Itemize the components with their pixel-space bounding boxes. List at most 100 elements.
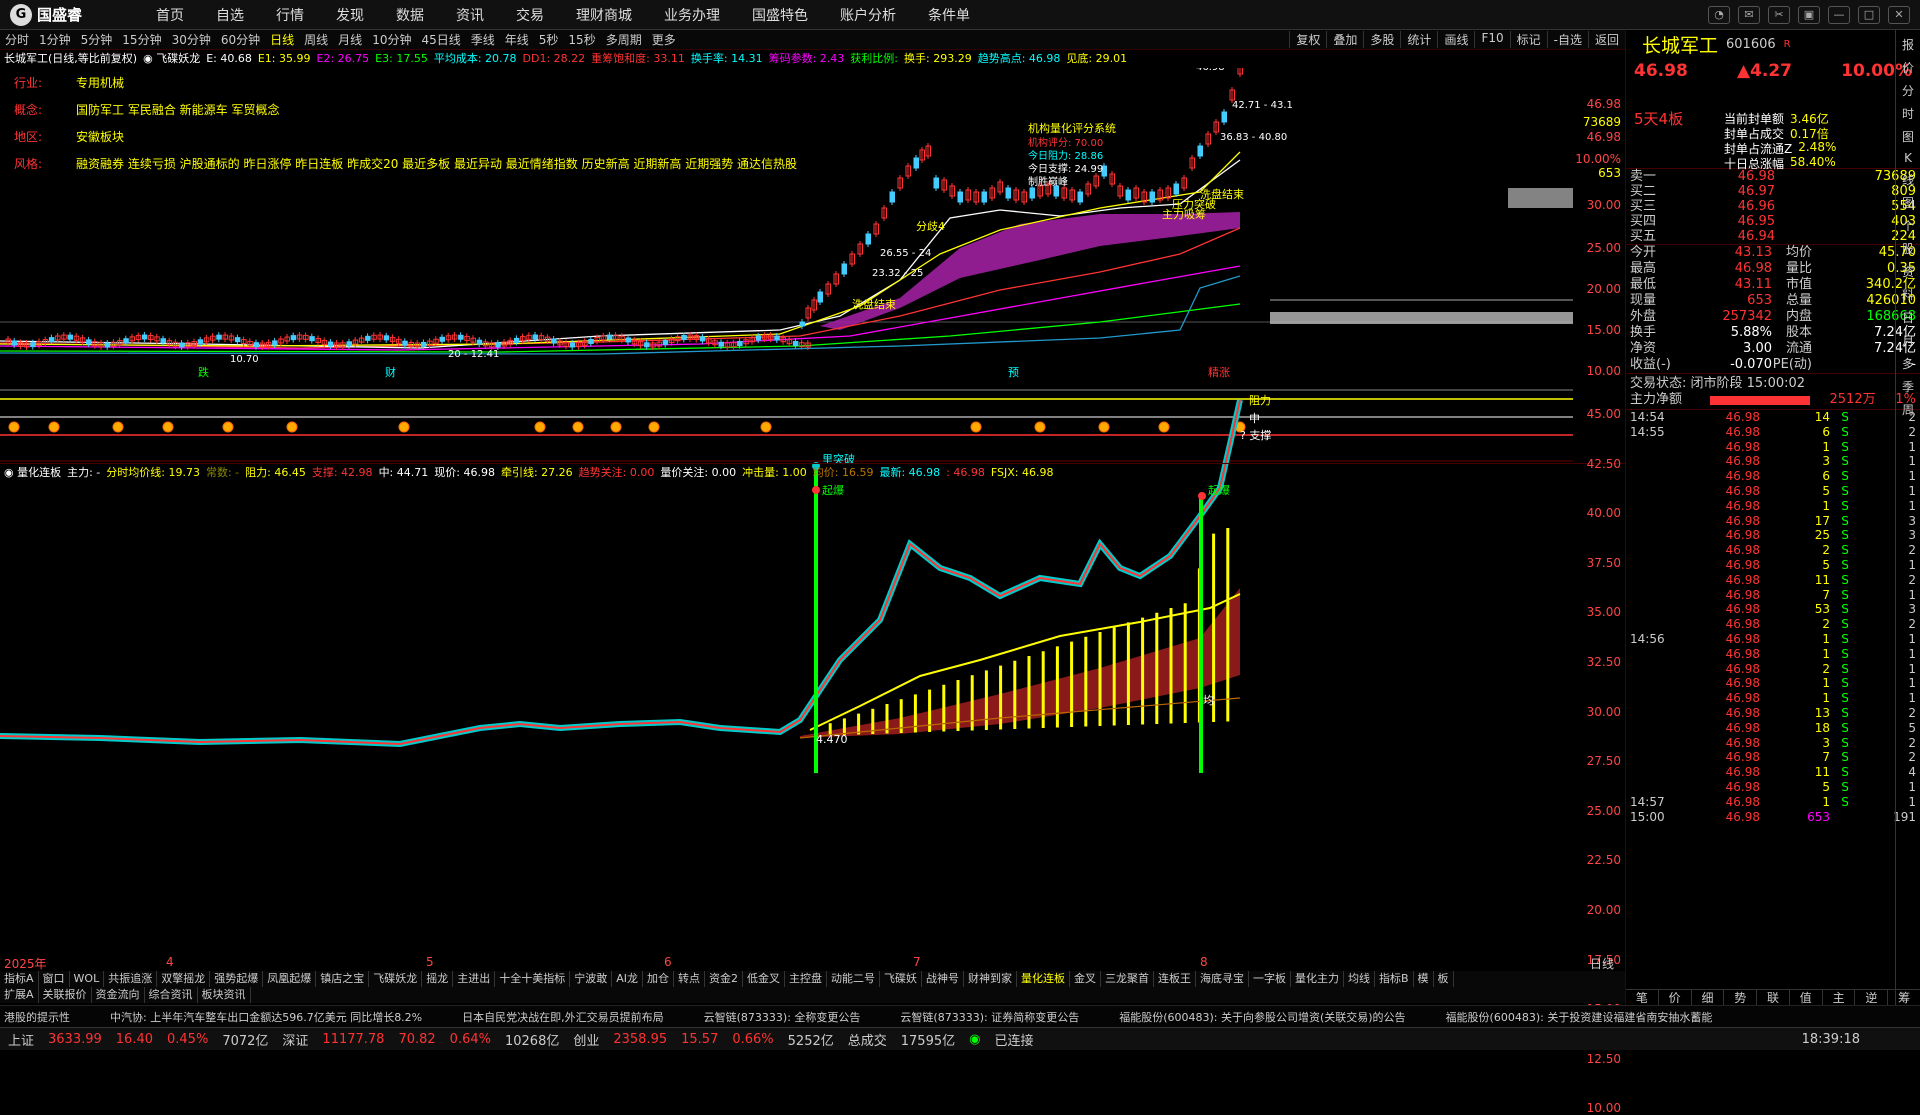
menu-item-1[interactable]: 自选 <box>200 5 260 25</box>
indicator-tab-9[interactable]: 摇龙 <box>422 971 454 987</box>
chat-icon[interactable]: ◔ <box>1708 5 1730 24</box>
indicator-tab-18[interactable]: 主控盘 <box>785 971 827 987</box>
skin-icon[interactable]: ▣ <box>1798 5 1820 24</box>
indicator-tab-22[interactable]: 财神到家 <box>964 971 1017 987</box>
sidebar-item-1[interactable]: 价 <box>1902 59 1914 76</box>
indicator-tab-19[interactable]: 动能二号 <box>827 971 880 987</box>
sh-label[interactable]: 上证 <box>8 1030 34 1049</box>
indicator-tab-7[interactable]: 镇店之宝 <box>316 971 370 987</box>
indicator-tab-23[interactable]: 量化连板 <box>1017 971 1070 987</box>
tick-list[interactable]: 14:54 46.98 14 S 2 14:55 46.98 6 S 2 46.98 1 S 1 46.98… <box>1626 409 1920 824</box>
quote-tab-5[interactable]: 值 <box>1790 990 1823 1005</box>
period-tab-2[interactable]: 5分钟 <box>76 31 118 48</box>
indicator-tab-26[interactable]: 连板王 <box>1154 971 1196 987</box>
indicator-tab-0[interactable]: 指标A <box>0 971 39 987</box>
sidebar-item-13[interactable]: 月 <box>1902 332 1914 349</box>
quote-tab-4[interactable]: 联 <box>1757 990 1790 1005</box>
indicator-tab-25[interactable]: 三龙聚首 <box>1101 971 1154 987</box>
chart-tool-0[interactable]: 复权 <box>1289 31 1326 48</box>
indicator-tab-27[interactable]: 海底寻宝 <box>1196 971 1249 987</box>
period-tab-0[interactable]: 分时 <box>0 31 34 48</box>
quote-tab-2[interactable]: 细 <box>1692 990 1725 1005</box>
sidebar-item-10[interactable]: 资 <box>1902 263 1914 280</box>
indicator-tab-13[interactable]: AI龙 <box>612 971 643 987</box>
orderbook-row[interactable]: 买四 46.95 403 <box>1626 214 1920 229</box>
indicator-tab-10[interactable]: 主进出 <box>453 971 496 987</box>
close-icon[interactable]: ✕ <box>1888 5 1910 24</box>
extension-tab-2[interactable]: 资金流向 <box>92 987 145 1003</box>
period-tab-16[interactable]: 更多 <box>647 31 681 48</box>
period-tab-11[interactable]: 季线 <box>466 31 500 48</box>
sidebar-item-14[interactable]: 多 <box>1902 355 1914 372</box>
indicator-tab-12[interactable]: 宁波敢 <box>570 971 613 987</box>
chart-tool-7[interactable]: -自选 <box>1546 31 1588 48</box>
sidebar-item-16[interactable]: 周 <box>1902 401 1914 418</box>
indicator-tab-8[interactable]: 飞碟妖龙 <box>369 971 423 987</box>
indicator-tab-2[interactable]: WOL <box>70 971 105 987</box>
mail-icon[interactable]: ✉ <box>1738 5 1760 24</box>
chart-tool-3[interactable]: 统计 <box>1400 31 1437 48</box>
period-tab-9[interactable]: 10分钟 <box>367 31 416 48</box>
quote-tab-0[interactable]: 笔 <box>1626 990 1659 1005</box>
orderbook-row[interactable]: 买二 46.97 809 <box>1626 184 1920 199</box>
indicator-tab-3[interactable]: 共振追涨 <box>104 971 158 987</box>
chart-tool-4[interactable]: 画线 <box>1437 31 1474 48</box>
sidebar-item-2[interactable]: 分 <box>1902 82 1914 99</box>
sidebar-item-5[interactable]: K <box>1904 151 1912 165</box>
sidebar-item-7[interactable]: 图 <box>1902 194 1914 211</box>
menu-item-4[interactable]: 数据 <box>380 5 440 25</box>
period-tab-4[interactable]: 30分钟 <box>167 31 216 48</box>
indicator-tab-16[interactable]: 资金2 <box>705 971 743 987</box>
menu-item-6[interactable]: 交易 <box>500 5 560 25</box>
chart-tool-8[interactable]: 返回 <box>1587 31 1625 48</box>
indicator-tab-32[interactable]: 模 <box>1414 971 1434 987</box>
sidebar-item-12[interactable]: 日 <box>1902 309 1914 326</box>
sidebar-item-6[interactable]: 线 <box>1902 171 1914 188</box>
indicator-tab-30[interactable]: 均线 <box>1344 971 1375 987</box>
sidebar-item-9[interactable]: 股 <box>1902 240 1914 257</box>
menu-item-10[interactable]: 账户分析 <box>824 5 912 25</box>
menu-item-8[interactable]: 业务办理 <box>648 5 736 25</box>
sidebar-item-11[interactable]: 料 <box>1902 286 1914 303</box>
chart-tool-1[interactable]: 叠加 <box>1326 31 1363 48</box>
kline-chart[interactable]: 机构量化评分系统机构评分: 70.00今日阻力: 28.86今日支撑: 24.9… <box>0 68 1573 955</box>
menu-item-7[interactable]: 理财商城 <box>560 5 648 25</box>
sz-label[interactable]: 深证 <box>282 1030 308 1049</box>
indicator-tab-15[interactable]: 转点 <box>674 971 705 987</box>
indicator-tab-11[interactable]: 十全十美指标 <box>495 971 571 987</box>
period-tab-1[interactable]: 1分钟 <box>34 31 76 48</box>
sidebar-item-8[interactable]: 个 <box>1902 217 1914 234</box>
menu-item-5[interactable]: 资讯 <box>440 5 500 25</box>
news-item[interactable]: 云智链(873333): 证券简称变更公告 <box>900 1009 1079 1025</box>
menu-item-0[interactable]: 首页 <box>140 5 200 25</box>
news-item[interactable]: 中汽协: 上半年汽车整车出口金额达596.7亿美元 同比增长8.2% <box>110 1009 422 1025</box>
news-item[interactable]: 福能股份(600483): 关于向参股公司增资(关联交易)的公告 <box>1119 1009 1405 1025</box>
news-item[interactable]: 福能股份(600483): 关于投资建设福建省南安抽水蓄能 <box>1446 1009 1713 1025</box>
cy-label[interactable]: 创业 <box>573 1030 599 1049</box>
chart-tool-5[interactable]: F10 <box>1474 31 1509 48</box>
indicator-tab-6[interactable]: 凤凰起爆 <box>263 971 317 987</box>
period-tab-6[interactable]: 日线 <box>265 31 299 48</box>
orderbook-row[interactable]: 买五 46.94 224 <box>1626 229 1920 244</box>
extension-tab-0[interactable]: 扩展A <box>0 987 39 1003</box>
menu-item-3[interactable]: 发现 <box>320 5 380 25</box>
indicator-tab-14[interactable]: 加仓 <box>643 971 674 987</box>
menu-item-9[interactable]: 国盛特色 <box>736 5 824 25</box>
maximize-icon[interactable]: □ <box>1858 5 1880 24</box>
menu-item-11[interactable]: 条件单 <box>912 5 986 25</box>
period-tab-13[interactable]: 5秒 <box>534 31 564 48</box>
quote-tab-3[interactable]: 势 <box>1724 990 1758 1005</box>
period-tab-12[interactable]: 年线 <box>500 31 534 48</box>
news-item[interactable]: 日本自民党决战在即,外汇交易员提前布局 <box>462 1009 664 1025</box>
indicator-tab-20[interactable]: 飞碟妖 <box>880 971 922 987</box>
period-tab-7[interactable]: 周线 <box>299 31 333 48</box>
orderbook-row[interactable]: 买三 46.96 554 <box>1626 199 1920 214</box>
quote-tab-6[interactable]: 主 <box>1823 990 1856 1005</box>
period-tab-10[interactable]: 45日线 <box>416 31 465 48</box>
indicator-tab-17[interactable]: 低金叉 <box>743 971 785 987</box>
chart-tool-6[interactable]: 标记 <box>1509 31 1547 48</box>
sidebar-item-3[interactable]: 时 <box>1902 105 1914 122</box>
indicator-tab-33[interactable]: 板 <box>1434 971 1454 987</box>
news-item[interactable]: 云智链(873333): 全称变更公告 <box>704 1009 861 1025</box>
period-tab-15[interactable]: 多周期 <box>601 31 647 48</box>
